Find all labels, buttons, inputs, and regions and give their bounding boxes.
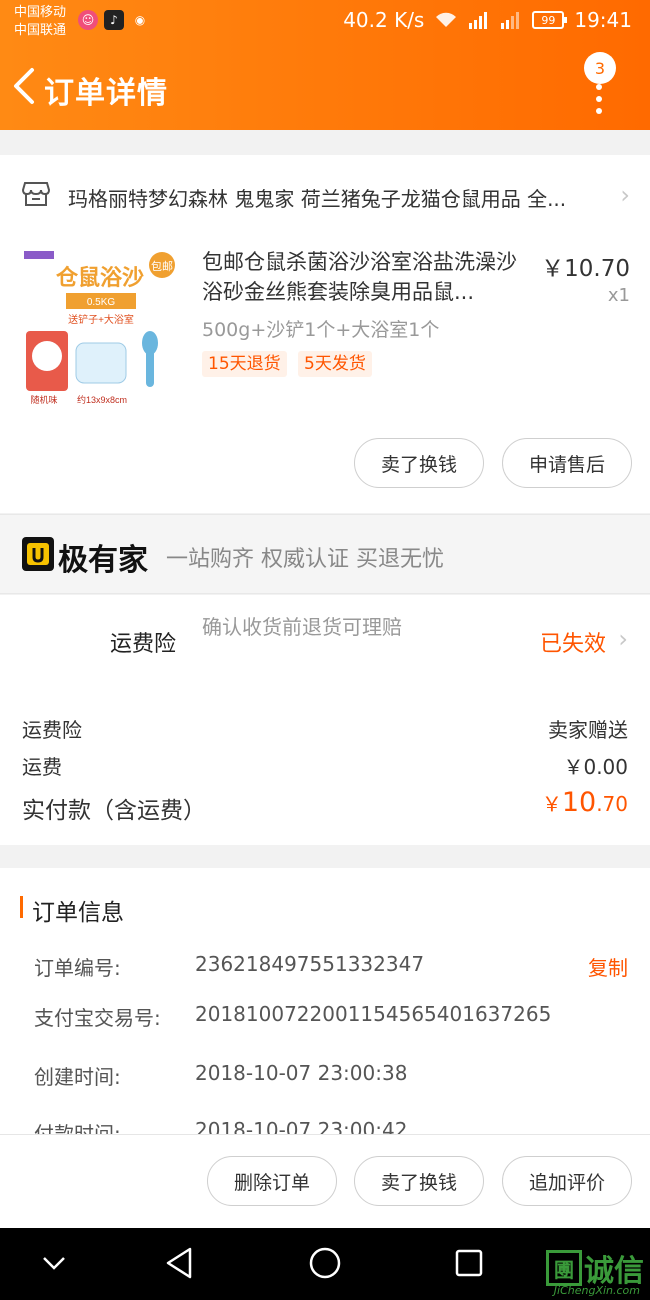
network-speed: 40.2 K/s	[343, 8, 425, 32]
hide-nav-icon[interactable]	[40, 1252, 68, 1274]
order-number-value: 236218497551332347	[195, 952, 425, 976]
thumb-headline: 仓鼠浴沙	[55, 265, 144, 290]
payment-summary: 运费险 确认收货前退货可理赔 已失效 › 运费险 卖家赠送 运费 ￥0.00 实…	[0, 595, 650, 845]
copy-order-number-button[interactable]: 复制	[588, 952, 628, 981]
carrier-1: 中国移动	[14, 5, 67, 20]
brand-name: 极有家	[58, 543, 148, 578]
back-arrow-icon[interactable]	[10, 66, 40, 106]
add-review-button[interactable]: 追加评价	[502, 1156, 632, 1206]
paid-total-label: 实付款（含运费）	[22, 798, 206, 824]
clock: 19:41	[574, 8, 632, 32]
chevron-right-icon: ›	[618, 625, 628, 653]
shipping-fee-value: ￥0.00	[563, 755, 628, 779]
delete-order-button[interactable]: 删除订单	[207, 1156, 337, 1206]
notification-icons: ☺ ♪ ◉	[78, 10, 150, 30]
signal-icon-2	[501, 12, 520, 29]
product-thumbnail[interactable]: 仓鼠浴沙 包邮 0.5KG 送铲子+大浴室 随机味 约13x9x8cm	[20, 245, 180, 407]
alipay-trade-value: 2018100722001154565401637265	[195, 1002, 552, 1026]
product-sku: 500g+沙铲1个+大浴室1个	[202, 319, 440, 341]
brand-logo-icon	[22, 537, 54, 571]
app-notification-icon: ☺	[78, 10, 98, 30]
alipay-trade-label: 支付宝交易号:	[34, 1006, 161, 1030]
signal-icon	[469, 12, 488, 29]
page-title: 订单详情	[44, 76, 168, 111]
recents-square-icon[interactable]	[454, 1248, 484, 1278]
order-info-section: 订单信息 订单编号: 236218497551332347 复制 支付宝交易号:…	[0, 868, 650, 1134]
carrier-2: 中国联通	[14, 23, 67, 38]
brand-slogan: 一站购齐 权威认证 买退无忧	[166, 547, 444, 572]
status-right: 40.2 K/s 99 19:41	[343, 8, 632, 32]
more-dots-icon	[596, 84, 604, 120]
map-pin-icon: ◉	[134, 13, 146, 27]
thumb-sub-2: 送铲子+大浴室	[68, 313, 134, 326]
carrier-info: 中国移动 中国联通	[14, 4, 66, 40]
shipping-time-tag: 5天发货	[298, 351, 372, 377]
shop-name: 玛格丽特梦幻森林 鬼鬼家 荷兰猪兔子龙猫仓鼠用品 全...	[68, 187, 567, 211]
tiktok-icon: ♪	[104, 10, 124, 30]
insurance-label: 运费险	[110, 632, 177, 657]
sell-for-cash-button[interactable]: 卖了换钱	[354, 438, 484, 488]
home-circle-icon[interactable]	[308, 1246, 342, 1280]
system-nav-bar: 圑 诚信 JiChengXin.com	[0, 1228, 650, 1300]
shipping-fee-label: 运费	[22, 755, 62, 779]
more-menu-button[interactable]: 3	[584, 52, 620, 114]
insurance-description: 确认收货前退货可理赔	[202, 615, 402, 639]
product-quantity: x1	[607, 285, 630, 306]
return-policy-tag: 15天退货	[202, 351, 287, 377]
thumb-caption-2: 约13x9x8cm	[77, 394, 127, 405]
brand-banner[interactable]: 极有家 一站购齐 权威认证 买退无忧	[0, 514, 650, 594]
product-card: 玛格丽特梦幻森林 鬼鬼家 荷兰猪兔子龙猫仓鼠用品 全... › 仓鼠浴沙 包邮 …	[0, 155, 650, 513]
paid-total-value: ￥10.70	[542, 787, 628, 818]
created-time-label: 创建时间:	[34, 1065, 121, 1089]
product-title[interactable]: 包邮仓鼠杀菌浴沙浴室浴盐洗澡沙浴砂金丝熊套装除臭用品鼠...	[202, 247, 532, 307]
battery-icon: 99	[532, 11, 568, 29]
thumb-badge: 包邮	[151, 260, 173, 273]
thumb-sub-1: 0.5KG	[87, 297, 116, 308]
shop-row[interactable]: 玛格丽特梦幻森林 鬼鬼家 荷兰猪兔子龙猫仓鼠用品 全... ›	[0, 155, 650, 235]
after-sales-button[interactable]: 申请售后	[502, 438, 632, 488]
order-number-label: 订单编号:	[34, 956, 121, 980]
paid-currency: ￥	[541, 792, 562, 816]
watermark-url: JiChengXin.com	[553, 1284, 640, 1297]
thumb-caption-1: 随机味	[30, 394, 57, 405]
wifi-icon	[436, 12, 457, 27]
sell-for-cash-bottom-button[interactable]: 卖了换钱	[354, 1156, 484, 1206]
summary-insurance-value: 卖家赠送	[548, 718, 628, 742]
order-info-title: 订单信息	[32, 900, 124, 926]
paid-time-label: 付款时间:	[34, 1122, 121, 1134]
watermark-box: 圑	[546, 1250, 582, 1286]
chevron-right-icon: ›	[620, 181, 630, 209]
order-detail-screen: 中国移动 中国联通 ☺ ♪ ◉ 40.2 K/s 99 19:41 订单详情 3	[0, 0, 650, 1300]
header: 中国移动 中国联通 ☺ ♪ ◉ 40.2 K/s 99 19:41 订单详情 3	[0, 0, 650, 130]
paid-time-value: 2018-10-07 23:00:42	[195, 1118, 408, 1134]
message-count-badge: 3	[584, 52, 616, 84]
bottom-action-bar: 删除订单 卖了换钱 追加评价	[0, 1134, 650, 1228]
paid-decimal: .70	[596, 792, 628, 816]
back-triangle-icon[interactable]	[164, 1246, 196, 1280]
product-price: ￥10.70	[541, 256, 630, 282]
section-accent-bar	[20, 896, 23, 918]
paid-integer: 10	[561, 787, 597, 818]
summary-insurance-label: 运费险	[22, 718, 82, 742]
shop-icon	[22, 182, 50, 206]
insurance-status[interactable]: 已失效	[540, 626, 606, 658]
created-time-value: 2018-10-07 23:00:38	[195, 1061, 408, 1085]
